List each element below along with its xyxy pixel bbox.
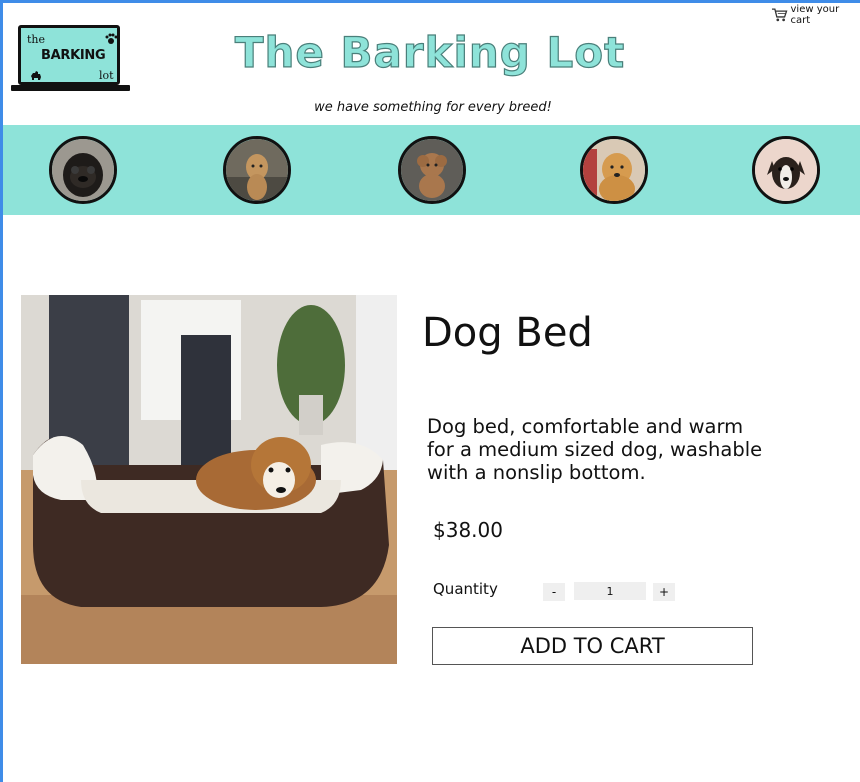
breed-pug-thumbnail[interactable] xyxy=(49,136,117,204)
window-frame-left xyxy=(0,0,3,782)
shopping-cart-icon xyxy=(771,8,788,22)
beagle-mix-photo xyxy=(755,139,817,201)
view-cart-label: view your cart xyxy=(790,4,840,26)
quantity-increase-button[interactable]: + xyxy=(653,583,675,601)
site-tagline: we have something for every breed! xyxy=(314,100,552,115)
breed-goldendoodle-thumbnail[interactable] xyxy=(223,136,291,204)
pug-photo xyxy=(52,139,114,201)
golden-retriever-photo xyxy=(583,139,645,201)
quantity-decrease-button[interactable]: - xyxy=(543,583,565,601)
goldendoodle-photo xyxy=(226,139,288,201)
quantity-label: Quantity xyxy=(433,580,498,598)
quantity-input[interactable] xyxy=(574,582,646,600)
view-cart-link[interactable]: view your cart xyxy=(771,4,860,26)
product-description: Dog bed, comfortable and warm for a medi… xyxy=(427,415,763,484)
logo-base xyxy=(11,85,130,91)
breed-beagle-mix-thumbnail[interactable] xyxy=(752,136,820,204)
add-to-cart-button[interactable]: ADD TO CART xyxy=(432,627,753,665)
poodle-mix-photo xyxy=(401,139,463,201)
site-title: The Barking Lot xyxy=(234,27,626,77)
product-image xyxy=(21,295,397,664)
window-frame-top xyxy=(0,0,860,3)
breed-golden-retriever-thumbnail[interactable] xyxy=(580,136,648,204)
breed-navigation-band xyxy=(3,125,860,215)
dog-bed-photo xyxy=(21,295,397,664)
product-title: Dog Bed xyxy=(422,310,593,356)
breed-poodle-mix-thumbnail[interactable] xyxy=(398,136,466,204)
product-price: $38.00 xyxy=(433,518,503,542)
